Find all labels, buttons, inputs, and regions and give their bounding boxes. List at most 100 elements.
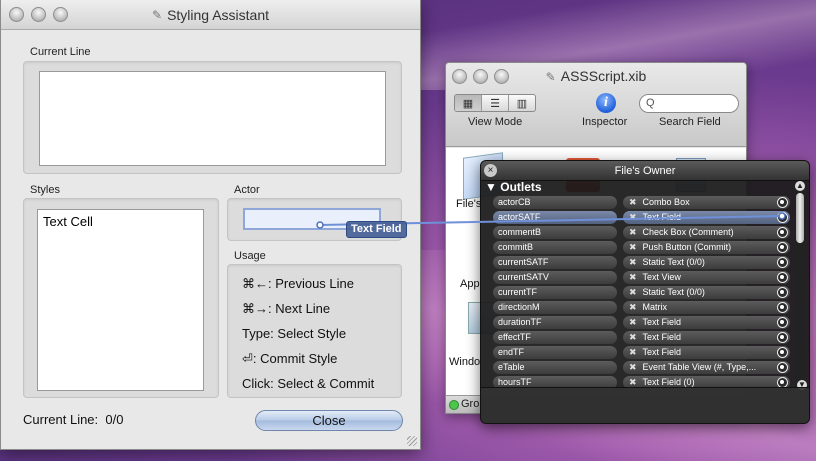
outlet-target[interactable]: ✖ Event Table View (#, Type,...: [623, 361, 790, 374]
outlets-label: Outlets: [500, 180, 542, 194]
outlet-target[interactable]: ✖ Matrix: [623, 301, 790, 314]
close-button[interactable]: Close: [255, 410, 403, 431]
connection-circle-icon[interactable]: [777, 362, 788, 373]
outlet-row[interactable]: actorSATF ✖ Text Field: [493, 211, 809, 225]
outlet-row[interactable]: durationTF ✖ Text Field: [493, 316, 809, 330]
disconnect-icon[interactable]: ✖: [629, 302, 637, 312]
zoom-window-button[interactable]: [53, 7, 68, 22]
disconnect-icon[interactable]: ✖: [629, 332, 637, 342]
icon-view-icon[interactable]: ▦: [455, 95, 482, 111]
outlet-row[interactable]: currentSATV ✖ Text View: [493, 271, 809, 285]
connection-circle-icon[interactable]: [777, 212, 788, 223]
search-input[interactable]: Q: [639, 94, 739, 113]
outlet-name: eTable: [493, 361, 617, 374]
scroll-up-icon[interactable]: ▲: [795, 181, 805, 191]
minimize-window-button[interactable]: [31, 7, 46, 22]
disconnect-icon[interactable]: ✖: [629, 317, 637, 327]
disconnect-icon[interactable]: ✖: [629, 227, 637, 237]
scroll-thumb[interactable]: [796, 193, 804, 243]
outlet-row[interactable]: endTF ✖ Text Field: [493, 346, 809, 360]
object-label: App: [460, 278, 480, 290]
outlet-row[interactable]: commitB ✖ Push Button (Commit): [493, 241, 809, 255]
view-mode-segmented-control[interactable]: ▦ ☰ ▥: [454, 94, 536, 112]
status-label: Current Line:: [23, 412, 99, 427]
connection-circle-icon[interactable]: [777, 332, 788, 343]
outlet-name: currentTF: [493, 286, 617, 299]
inspector-icon[interactable]: i: [596, 93, 616, 113]
connection-circle-icon[interactable]: [777, 227, 788, 238]
connection-circle-icon[interactable]: [777, 287, 788, 298]
outlets-header[interactable]: ▼ Outlets: [485, 180, 542, 194]
window-title: ASSScript.xib: [560, 68, 647, 84]
connection-circle-icon[interactable]: [777, 302, 788, 313]
outlet-target[interactable]: ✖ Text View: [623, 271, 790, 284]
panel-footer: [481, 387, 809, 423]
current-line-status: Current Line: 0/0: [23, 412, 123, 427]
document-icon: ✎: [152, 7, 163, 22]
outlet-target[interactable]: ✖ Text Field: [623, 331, 790, 344]
outlet-target-label: Text Field (0): [642, 377, 695, 387]
outlet-row[interactable]: directionM ✖ Matrix: [493, 301, 809, 315]
disconnect-icon[interactable]: ✖: [629, 347, 637, 357]
styles-label: Styles: [30, 184, 60, 196]
connection-circle-icon[interactable]: [777, 242, 788, 253]
connection-circle-icon[interactable]: [777, 197, 788, 208]
list-view-icon[interactable]: ☰: [482, 95, 509, 111]
outlet-target[interactable]: ✖ Combo Box: [623, 196, 790, 209]
disclosure-triangle-icon[interactable]: ▼: [485, 180, 497, 194]
styles-list[interactable]: Text Cell: [37, 209, 204, 391]
outlet-row[interactable]: currentSATF ✖ Static Text (0/0): [493, 256, 809, 270]
outlet-row[interactable]: currentTF ✖ Static Text (0/0): [493, 286, 809, 300]
outlet-row[interactable]: eTable ✖ Event Table View (#, Type,...: [493, 361, 809, 375]
disconnect-icon[interactable]: ✖: [629, 287, 637, 297]
outlet-target-label: Check Box (Comment): [642, 227, 734, 237]
outlet-name: commitB: [493, 241, 617, 254]
styles-list-item[interactable]: Text Cell: [43, 214, 93, 229]
window-titlebar[interactable]: ✎ Styling Assistant: [1, 0, 420, 30]
disconnect-icon[interactable]: ✖: [629, 257, 637, 267]
connection-circle-icon[interactable]: [777, 272, 788, 283]
connection-circle-icon[interactable]: [777, 257, 788, 268]
disconnect-icon[interactable]: ✖: [629, 242, 637, 252]
outlet-name: endTF: [493, 346, 617, 359]
outlet-target[interactable]: ✖ Push Button (Commit): [623, 241, 790, 254]
usage-line: ⏎: Commit Style: [242, 351, 338, 366]
outlet-name: currentSATF: [493, 256, 617, 269]
current-line-text-view[interactable]: [39, 71, 386, 166]
connection-circle-icon[interactable]: [777, 317, 788, 328]
disconnect-icon[interactable]: ✖: [629, 212, 637, 222]
disconnect-icon[interactable]: ✖: [629, 362, 637, 372]
outlet-row[interactable]: commentB ✖ Check Box (Comment): [493, 226, 809, 240]
current-line-label: Current Line: [30, 46, 91, 58]
outlet-target[interactable]: ✖ Text Field: [623, 346, 790, 359]
connection-circle-icon[interactable]: [777, 347, 788, 358]
outlet-row[interactable]: actorCB ✖ Combo Box: [493, 196, 809, 210]
resize-grip-icon[interactable]: [407, 436, 417, 446]
outlet-target[interactable]: ✖ Static Text (0/0): [623, 256, 790, 269]
view-mode-label: View Mode: [468, 116, 523, 128]
disconnect-icon[interactable]: ✖: [629, 197, 637, 207]
usage-line: Type: Select Style: [242, 326, 347, 341]
object-label: File's: [456, 198, 482, 210]
files-owner-panel: File's Owner × ▼ Outlets actorCB ✖ Combo B…: [480, 160, 810, 424]
outlet-target[interactable]: ✖ Static Text (0/0): [623, 286, 790, 299]
close-window-button[interactable]: [9, 7, 24, 22]
outlet-target-label: Text View: [642, 272, 681, 282]
outlet-target[interactable]: ✖ Text Field: [623, 211, 790, 224]
status-dot-icon: [449, 400, 459, 410]
outlet-target-label: Text Field: [642, 332, 682, 342]
column-view-icon[interactable]: ▥: [509, 95, 535, 111]
outlet-target[interactable]: ✖ Text Field: [623, 316, 790, 329]
outlet-row[interactable]: effectTF ✖ Text Field: [493, 331, 809, 345]
close-icon[interactable]: ×: [484, 164, 497, 177]
disconnect-icon[interactable]: ✖: [629, 377, 637, 387]
inspector-label: Inspector: [582, 116, 628, 128]
panel-title[interactable]: File's Owner: [481, 161, 809, 181]
outlet-target-label: Push Button (Commit): [642, 242, 732, 252]
xib-titlebar[interactable]: ✎ ASSScript.xib ▦ ☰ ▥ View Mode i Inspect…: [446, 63, 746, 147]
object-label: Windo: [449, 356, 481, 368]
outlet-target-label: Text Field: [642, 317, 682, 327]
disconnect-icon[interactable]: ✖: [629, 272, 637, 282]
outlet-target[interactable]: ✖ Check Box (Comment): [623, 226, 790, 239]
status-value: 0/0: [105, 412, 124, 427]
